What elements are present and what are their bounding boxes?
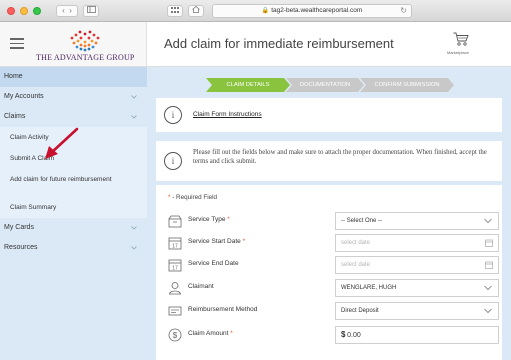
- claimant-label: Claimant: [188, 283, 214, 290]
- maximize-window-button[interactable]: [33, 7, 41, 15]
- step-claim-details: CLAIM DETAILS: [206, 78, 290, 92]
- dollar-circle-icon: $: [168, 328, 182, 342]
- home-icon: [192, 5, 200, 13]
- close-window-button[interactable]: [7, 7, 15, 15]
- service-start-date-label: Service Start Date *: [188, 238, 246, 245]
- claim-form-instructions-link[interactable]: Claim Form Instructions: [193, 111, 262, 118]
- service-start-date-input[interactable]: select date: [335, 234, 499, 252]
- note-panel: i Please fill out the fields below and m…: [156, 141, 502, 181]
- instructions-panel: i Claim Form Instructions: [156, 98, 502, 132]
- chevron-down-icon: [484, 285, 492, 291]
- service-type-label: Service Type *: [188, 216, 230, 223]
- annotation-arrow-icon: [45, 127, 79, 159]
- sidebar-item-home[interactable]: Home: [0, 67, 147, 87]
- chevron-down-icon: [131, 115, 137, 119]
- service-end-date-label: Service End Date: [188, 260, 239, 267]
- claim-amount-row: $ Claim Amount * $ 0.00: [168, 326, 499, 344]
- chevron-down-icon: [484, 218, 492, 224]
- claim-amount-value: 0.00: [347, 332, 361, 339]
- chevron-down-icon: [484, 308, 492, 314]
- sidebar-icon: [86, 6, 96, 13]
- chevron-down-icon: [131, 246, 137, 250]
- reimbursement-method-row: Reimbursement Method Direct Deposit: [168, 302, 499, 320]
- check-payment-icon: [168, 306, 182, 316]
- top-sites-button[interactable]: [167, 5, 183, 17]
- svg-text:$: $: [173, 331, 178, 340]
- sidebar-item-add-claim-future[interactable]: Add claim for future reimbursement: [0, 169, 147, 197]
- step-confirm-submission: CONFIRM SUBMISSION: [360, 78, 454, 92]
- home-button[interactable]: [188, 5, 204, 17]
- chevron-down-icon: [131, 95, 137, 99]
- info-icon: i: [164, 152, 182, 170]
- chevron-right-icon[interactable]: ›: [69, 6, 72, 15]
- sidebar-item-label: Claims: [4, 113, 26, 120]
- grid-icon: [171, 7, 179, 13]
- cart-icon[interactable]: [453, 32, 469, 46]
- sidebar-item-my-accounts[interactable]: My Accounts: [0, 87, 147, 107]
- reimbursement-method-label: Reimbursement Method: [188, 306, 258, 313]
- lock-icon: 🔒: [261, 8, 270, 14]
- service-end-date-row: 17 Service End Date select date: [168, 256, 499, 274]
- calendar-icon[interactable]: [485, 239, 493, 247]
- menu-icon[interactable]: [10, 38, 24, 49]
- chevron-left-icon[interactable]: ‹: [62, 6, 65, 15]
- sidebar-item-label: My Cards: [4, 224, 34, 231]
- calendar-icon: 17: [168, 259, 182, 272]
- sidebar-item-label: Home: [4, 73, 23, 80]
- sidebar-item-claim-summary[interactable]: Claim Summary: [0, 197, 147, 218]
- service-type-select[interactable]: -- Select One --: [335, 212, 499, 230]
- claim-amount-label: Claim Amount *: [188, 330, 233, 337]
- minimize-window-button[interactable]: [20, 7, 28, 15]
- sidebar: Home My Accounts Claims Claim Activity S…: [0, 67, 147, 360]
- calendar-icon: 17: [168, 237, 182, 250]
- info-icon: i: [164, 106, 182, 124]
- service-box-icon: [168, 215, 182, 228]
- sidebar-item-label: My Accounts: [4, 93, 44, 100]
- claim-form: * - Required Field Service Type * -- Sel…: [156, 185, 502, 360]
- person-icon: [169, 282, 181, 295]
- sidebar-item-label: Resources: [4, 244, 38, 251]
- url-text: tag2-beta.wealthcareportal.com: [271, 7, 363, 14]
- service-end-date-input[interactable]: select date: [335, 256, 499, 274]
- brand-header: THE ADVANTAGE GROUP: [0, 22, 147, 67]
- browser-toolbar: ‹ › 🔒 tag2-beta.wealthcareportal.com ↻: [0, 0, 511, 22]
- calendar-icon[interactable]: [485, 261, 493, 269]
- step-documentation: DOCUMENTATION: [286, 78, 364, 92]
- page-header: Add claim for immediate reimbursement Ma…: [147, 22, 511, 67]
- instructions-note: Please fill out the fields below and mak…: [193, 149, 487, 165]
- marketplace-label[interactable]: Marketplace: [447, 50, 469, 55]
- logo-icon: [70, 30, 100, 52]
- back-forward-buttons[interactable]: ‹ ›: [56, 5, 78, 17]
- claim-amount-input[interactable]: $ 0.00: [335, 326, 499, 344]
- currency-symbol: $: [341, 330, 346, 339]
- page-title: Add claim for immediate reimbursement: [164, 36, 394, 51]
- svg-text:17: 17: [172, 244, 178, 250]
- sidebar-item-resources[interactable]: Resources: [0, 238, 147, 258]
- sidebar-item-label: Claim Summary: [10, 204, 57, 211]
- required-field-note: * - Required Field: [168, 194, 218, 201]
- svg-text:17: 17: [172, 266, 178, 272]
- window-controls: [7, 7, 41, 15]
- claimant-row: Claimant WENGLARE, HUGH: [168, 279, 499, 297]
- sidebar-toggle-button[interactable]: [83, 5, 99, 17]
- service-type-row: Service Type * -- Select One --: [168, 212, 499, 230]
- main-content: CLAIM DETAILS DOCUMENTATION CONFIRM SUBM…: [147, 67, 511, 360]
- reload-icon[interactable]: ↻: [400, 5, 407, 17]
- chevron-down-icon: [131, 226, 137, 230]
- sidebar-item-claims[interactable]: Claims: [0, 107, 147, 127]
- sidebar-item-my-cards[interactable]: My Cards: [0, 218, 147, 238]
- reimbursement-method-select[interactable]: Direct Deposit: [335, 302, 499, 320]
- sidebar-item-label: Add claim for future reimbursement: [10, 176, 112, 183]
- address-bar[interactable]: 🔒 tag2-beta.wealthcareportal.com ↻: [212, 4, 412, 18]
- logo-text: THE ADVANTAGE GROUP: [36, 53, 135, 62]
- service-start-date-row: 17 Service Start Date * select date: [168, 234, 499, 252]
- claimant-select[interactable]: WENGLARE, HUGH: [335, 279, 499, 297]
